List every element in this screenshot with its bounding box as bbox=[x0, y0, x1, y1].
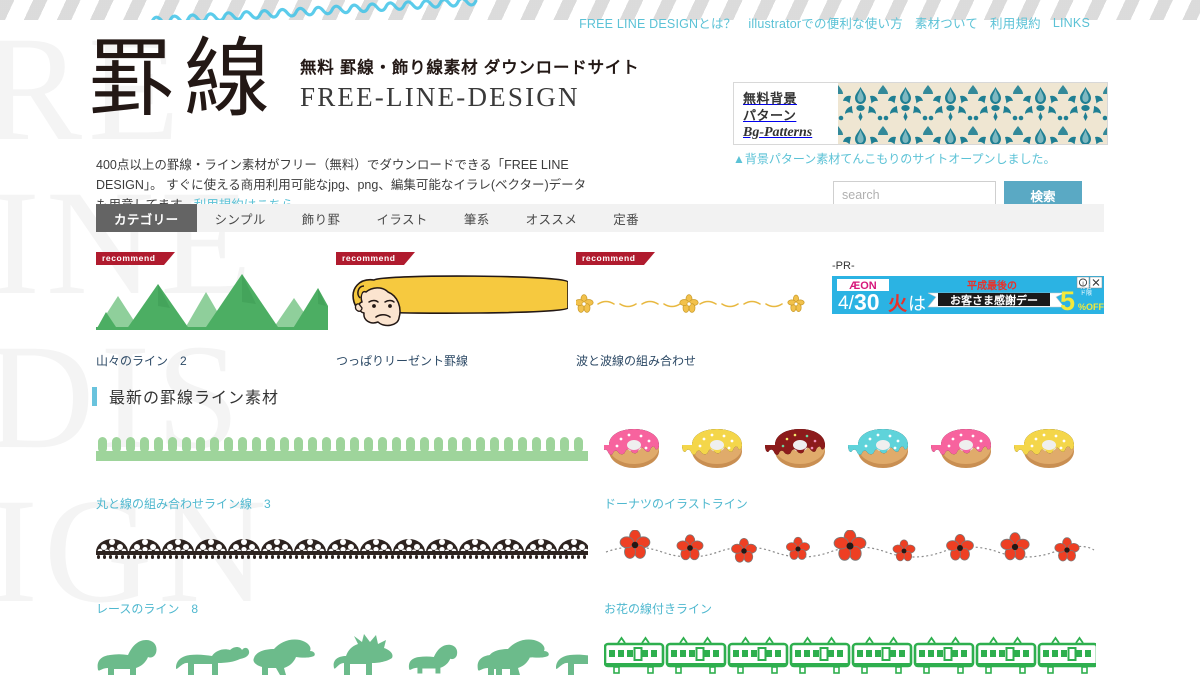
logo-kanji-text: 罫線 bbox=[88, 31, 280, 127]
material-item-title[interactable]: お花の線付きライン bbox=[604, 600, 1104, 617]
dinosaur-line-thumbnail[interactable] bbox=[96, 630, 596, 675]
material-item-title[interactable]: ドーナツのイラストライン bbox=[604, 495, 1104, 512]
material-item-trains[interactable] bbox=[604, 630, 1104, 697]
nav-link-materials[interactable]: 素材ついて bbox=[915, 13, 978, 32]
bg-patterns-banner[interactable]: 無料背景 パターン Bg-Patterns bbox=[733, 82, 1108, 145]
material-item-title[interactable]: レースのライン 8 bbox=[96, 600, 596, 617]
bg-banner-label-line-2: パターン bbox=[743, 108, 797, 123]
donuts-line-thumbnail[interactable] bbox=[604, 425, 1104, 473]
section-accent-bar bbox=[92, 386, 97, 406]
damask-pattern-graphic bbox=[838, 83, 1107, 144]
bg-banner-label-line-1: 無料背景 bbox=[743, 91, 798, 106]
recommended-item-title[interactable]: 山々のライン 2 bbox=[96, 352, 336, 369]
recommend-badge: recommend bbox=[336, 252, 415, 265]
flower-line-thumbnail[interactable] bbox=[604, 530, 1104, 578]
material-item-comb[interactable]: 丸と線の組み合わせライン線 3 bbox=[96, 425, 596, 512]
tab-category[interactable]: カテゴリー bbox=[96, 204, 197, 232]
material-item-dinosaurs[interactable] bbox=[96, 630, 596, 697]
bg-banner-label-line-3: Bg-Patterns bbox=[743, 125, 813, 140]
material-item-donuts[interactable]: ドーナツのイラストライン bbox=[604, 425, 1104, 512]
wave-flower-line-thumbnail[interactable] bbox=[576, 272, 816, 330]
nav-link-terms[interactable]: 利用規約 bbox=[990, 13, 1041, 32]
ad-day-number: 30 bbox=[854, 289, 880, 314]
logo-tagline: 無料 罫線・飾り線素材 ダウンロードサイト FREE-LINE-DESIGN bbox=[300, 54, 639, 121]
logo-tagline-en: FREE-LINE-DESIGN bbox=[300, 81, 580, 112]
ad-note-2: ド限 bbox=[1080, 289, 1092, 297]
wavy-line-decoration bbox=[150, 0, 478, 20]
ad-particle: は bbox=[908, 294, 926, 314]
recommended-item-title[interactable]: 波と波線の組み合わせ bbox=[576, 352, 816, 369]
global-navigation: FREE LINE DESIGNとは？ illustratorでの便利な使い方 … bbox=[579, 13, 1090, 32]
bg-patterns-banner-label: 無料背景 パターン Bg-Patterns bbox=[734, 83, 838, 144]
train-line-thumbnail[interactable] bbox=[604, 630, 1104, 675]
recommended-item-regent[interactable]: recommend つっぱりリーゼント罫線 bbox=[336, 248, 576, 369]
category-tab-bar: カテゴリー シンプル 飾り罫 イラスト 筆系 オススメ 定番 bbox=[96, 204, 1104, 232]
tab-simple[interactable]: シンプル bbox=[197, 204, 284, 232]
nav-link-about[interactable]: FREE LINE DESIGNとは？ bbox=[579, 13, 736, 32]
recommend-badge: recommend bbox=[96, 252, 175, 265]
ad-banner-text: お客さま感謝デー bbox=[950, 293, 1038, 307]
tab-decorated[interactable]: 飾り罫 bbox=[284, 204, 359, 232]
section-heading-text: 最新の罫線ライン素材 bbox=[109, 390, 280, 407]
nav-link-links[interactable]: LINKS bbox=[1053, 16, 1090, 30]
nav-link-illustrator-tips[interactable]: illustratorでの便利な使い方 bbox=[748, 13, 903, 32]
recommended-item-mountains[interactable]: recommend 山々のライン 2 bbox=[96, 248, 336, 369]
tab-brush[interactable]: 筆系 bbox=[446, 204, 508, 232]
bg-patterns-caption[interactable]: ▲背景パターン素材てんこもりのサイトオープンしました。 bbox=[733, 150, 1056, 167]
material-item-title[interactable]: 丸と線の組み合わせライン線 3 bbox=[96, 495, 596, 512]
material-item-lace[interactable]: レースのライン 8 bbox=[96, 530, 596, 617]
site-logo[interactable]: 罫線 無料 罫線・飾り線素材 ダウンロードサイト FREE-LINE-DESIG… bbox=[88, 31, 639, 127]
ad-discount-unit: %OFF bbox=[1078, 302, 1104, 312]
logo-tagline-jp: 無料 罫線・飾り線素材 ダウンロードサイト bbox=[300, 58, 640, 77]
ad-headline: 平成最後の bbox=[967, 279, 1017, 292]
tab-recommend[interactable]: オススメ bbox=[508, 204, 596, 232]
material-item-flowers[interactable]: お花の線付きライン bbox=[604, 530, 1104, 617]
recommend-badge: recommend bbox=[576, 252, 655, 265]
pr-label: -PR- bbox=[832, 260, 855, 272]
ad-date-text: 4/ bbox=[838, 293, 855, 314]
tab-illust[interactable]: イラスト bbox=[358, 204, 445, 232]
mountains-line-thumbnail[interactable] bbox=[96, 272, 336, 330]
regent-line-thumbnail[interactable] bbox=[336, 272, 576, 330]
ad-discount-number: 5 bbox=[1060, 286, 1075, 314]
recommended-item-wave[interactable]: recommend 波と波線の組み合わせ bbox=[576, 248, 816, 369]
lace-line-thumbnail[interactable] bbox=[96, 530, 596, 578]
recommended-item-title[interactable]: つっぱりリーゼント罫線 bbox=[336, 352, 576, 369]
section-heading: 最新の罫線ライン素材 bbox=[92, 384, 279, 408]
aeon-ad-banner[interactable]: ÆON 4/ 30 火 は 平成最後の お客さま感謝デー 5 %OFF カ日 ド… bbox=[832, 276, 1104, 314]
tab-standard[interactable]: 定番 bbox=[595, 204, 657, 232]
ad-info-icon: i bbox=[1082, 282, 1083, 288]
comb-line-thumbnail[interactable] bbox=[96, 425, 596, 473]
ad-weekday: 火 bbox=[888, 293, 908, 314]
